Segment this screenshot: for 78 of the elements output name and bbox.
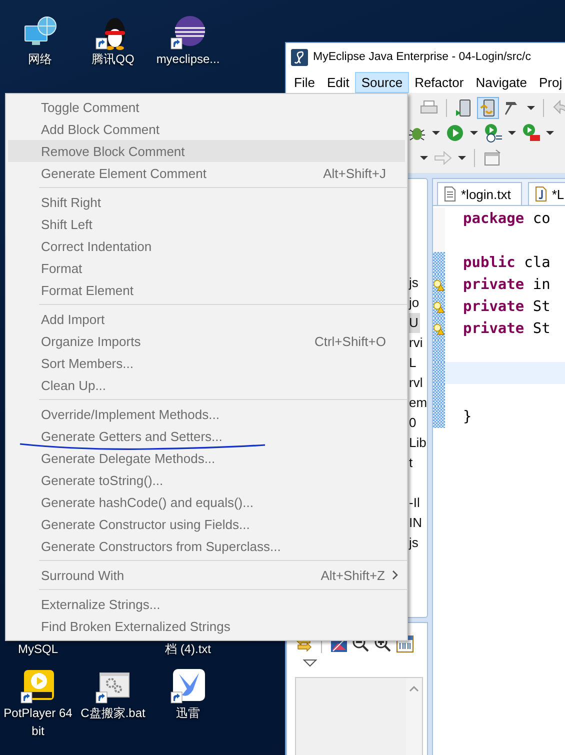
- code-line: private St: [463, 321, 550, 337]
- scrollbar[interactable]: [406, 678, 422, 755]
- menu-item[interactable]: Sort Members...: [8, 352, 405, 374]
- menu-item[interactable]: Shift Right: [8, 191, 405, 213]
- tree-item[interactable]: js: [409, 273, 420, 293]
- menu-item[interactable]: Find Broken Externalized Strings: [8, 615, 405, 637]
- desktop-icon-label[interactable]: MySQL: [3, 640, 73, 658]
- menu-item[interactable]: Externalize Strings...: [8, 593, 405, 615]
- menu-item[interactable]: Generate Element Comment Alt+Shift+J: [8, 162, 405, 184]
- menu-item[interactable]: Correct Indentation: [8, 235, 405, 257]
- app-icon: [291, 48, 308, 66]
- menu-item[interactable]: Add Import: [8, 308, 405, 330]
- shortcut-text: Ctrl+Shift+O: [314, 334, 387, 348]
- menu-item[interactable]: Add Block Comment: [8, 118, 405, 140]
- tree-item[interactable]: U: [409, 313, 420, 333]
- menu-bar-item[interactable]: Edit: [320, 72, 356, 92]
- desktop-icon-label[interactable]: 网络: [5, 50, 75, 68]
- tree-item[interactable]: -Il: [409, 493, 422, 513]
- menu-item[interactable]: Generate toString()...: [8, 469, 405, 491]
- view-menu-icon[interactable]: [303, 659, 317, 667]
- menu-item[interactable]: Remove Block Comment: [8, 140, 405, 162]
- menu-item[interactable]: Shift Left: [8, 213, 405, 235]
- tree-item[interactable]: L: [409, 353, 418, 373]
- tree-item[interactable]: 0: [409, 413, 418, 433]
- code-line: package co: [463, 211, 550, 227]
- tree-item[interactable]: js: [409, 533, 420, 553]
- tree-item[interactable]: em: [409, 393, 430, 413]
- desktop-icon-label[interactable]: myeclipse...: [153, 50, 223, 68]
- menu-item[interactable]: Generate Constructor using Fields...: [8, 513, 405, 535]
- lightbulb-warning-icon[interactable]: [433, 300, 445, 314]
- menu-item[interactable]: Generate Getters and Setters...: [8, 425, 405, 447]
- run-history-icon[interactable]: [482, 122, 504, 144]
- editor-tab[interactable]: *L: [528, 182, 565, 205]
- menu-item[interactable]: Override/Implement Methods...: [8, 403, 405, 425]
- menu-item[interactable]: Format: [8, 257, 405, 279]
- menu-bar-item[interactable]: Navigate: [470, 72, 534, 92]
- desktop-icon-label[interactable]: C盘搬家.bat: [78, 704, 148, 722]
- play-button-icon: [20, 668, 56, 704]
- lightbulb-warning-icon[interactable]: [433, 322, 445, 336]
- shortcut-text: Alt+Shift+J: [323, 166, 387, 180]
- phone-sync-icon[interactable]: [477, 96, 499, 118]
- document-icon: [444, 186, 456, 202]
- java-file-icon: [534, 186, 547, 202]
- tree-item[interactable]: Lib: [409, 433, 428, 453]
- desktop-icon-label[interactable]: 迅雷: [153, 704, 223, 722]
- menu-item[interactable]: Generate hashCode() and equals()...: [8, 491, 405, 513]
- run-toolbox-icon[interactable]: [520, 122, 542, 144]
- code-line: }: [463, 409, 472, 425]
- menu-item[interactable]: Surround With Alt+Shift+Z: [8, 564, 405, 586]
- menu-item[interactable]: Clean Up...: [8, 374, 405, 396]
- menu-bar-item[interactable]: Source: [355, 72, 409, 92]
- tree-item[interactable]: jo: [409, 293, 422, 313]
- tree-item[interactable]: rvi: [409, 333, 425, 353]
- tree-item[interactable]: rvl: [409, 373, 425, 393]
- shortcut-text: Alt+Shift+Z: [320, 568, 386, 582]
- striped-sphere-icon: [170, 14, 206, 50]
- bird-icon: [170, 668, 206, 704]
- desktop-icon-label[interactable]: PotPlayer 64 bit: [3, 704, 73, 740]
- scroll-up-icon[interactable]: [409, 686, 419, 692]
- menu-item[interactable]: Toggle Comment: [8, 96, 405, 118]
- menu-item[interactable]: Organize Imports Ctrl+Shift+O: [8, 330, 405, 352]
- menu-bar-item[interactable]: File: [288, 72, 321, 92]
- menu-item[interactable]: Generate Delegate Methods...: [8, 447, 405, 469]
- menu-item[interactable]: Format Element: [8, 279, 405, 301]
- editor-tab[interactable]: *login.txt: [437, 182, 522, 205]
- code-editor[interactable]: package co public cla private in private St private St }: [433, 206, 565, 755]
- code-line: private in: [463, 277, 550, 293]
- desktop-icon-label[interactable]: 档 (4).txt: [153, 640, 223, 658]
- menu-bar-item[interactable]: Proj: [533, 72, 565, 92]
- tree-item[interactable]: t: [409, 453, 415, 473]
- desktop-icon-label[interactable]: 腾讯QQ: [78, 50, 148, 68]
- tree-item[interactable]: IN: [409, 513, 424, 533]
- lightbulb-warning-icon[interactable]: [433, 278, 445, 292]
- menu-item[interactable]: Generate Constructors from Superclass...: [8, 535, 405, 557]
- menu-bar-item[interactable]: Refactor: [408, 72, 470, 92]
- code-line: private St: [463, 299, 550, 315]
- window-title: MyEclipse Java Enterprise - 04-Login/src/c: [313, 51, 531, 63]
- code-line: public cla: [463, 255, 550, 271]
